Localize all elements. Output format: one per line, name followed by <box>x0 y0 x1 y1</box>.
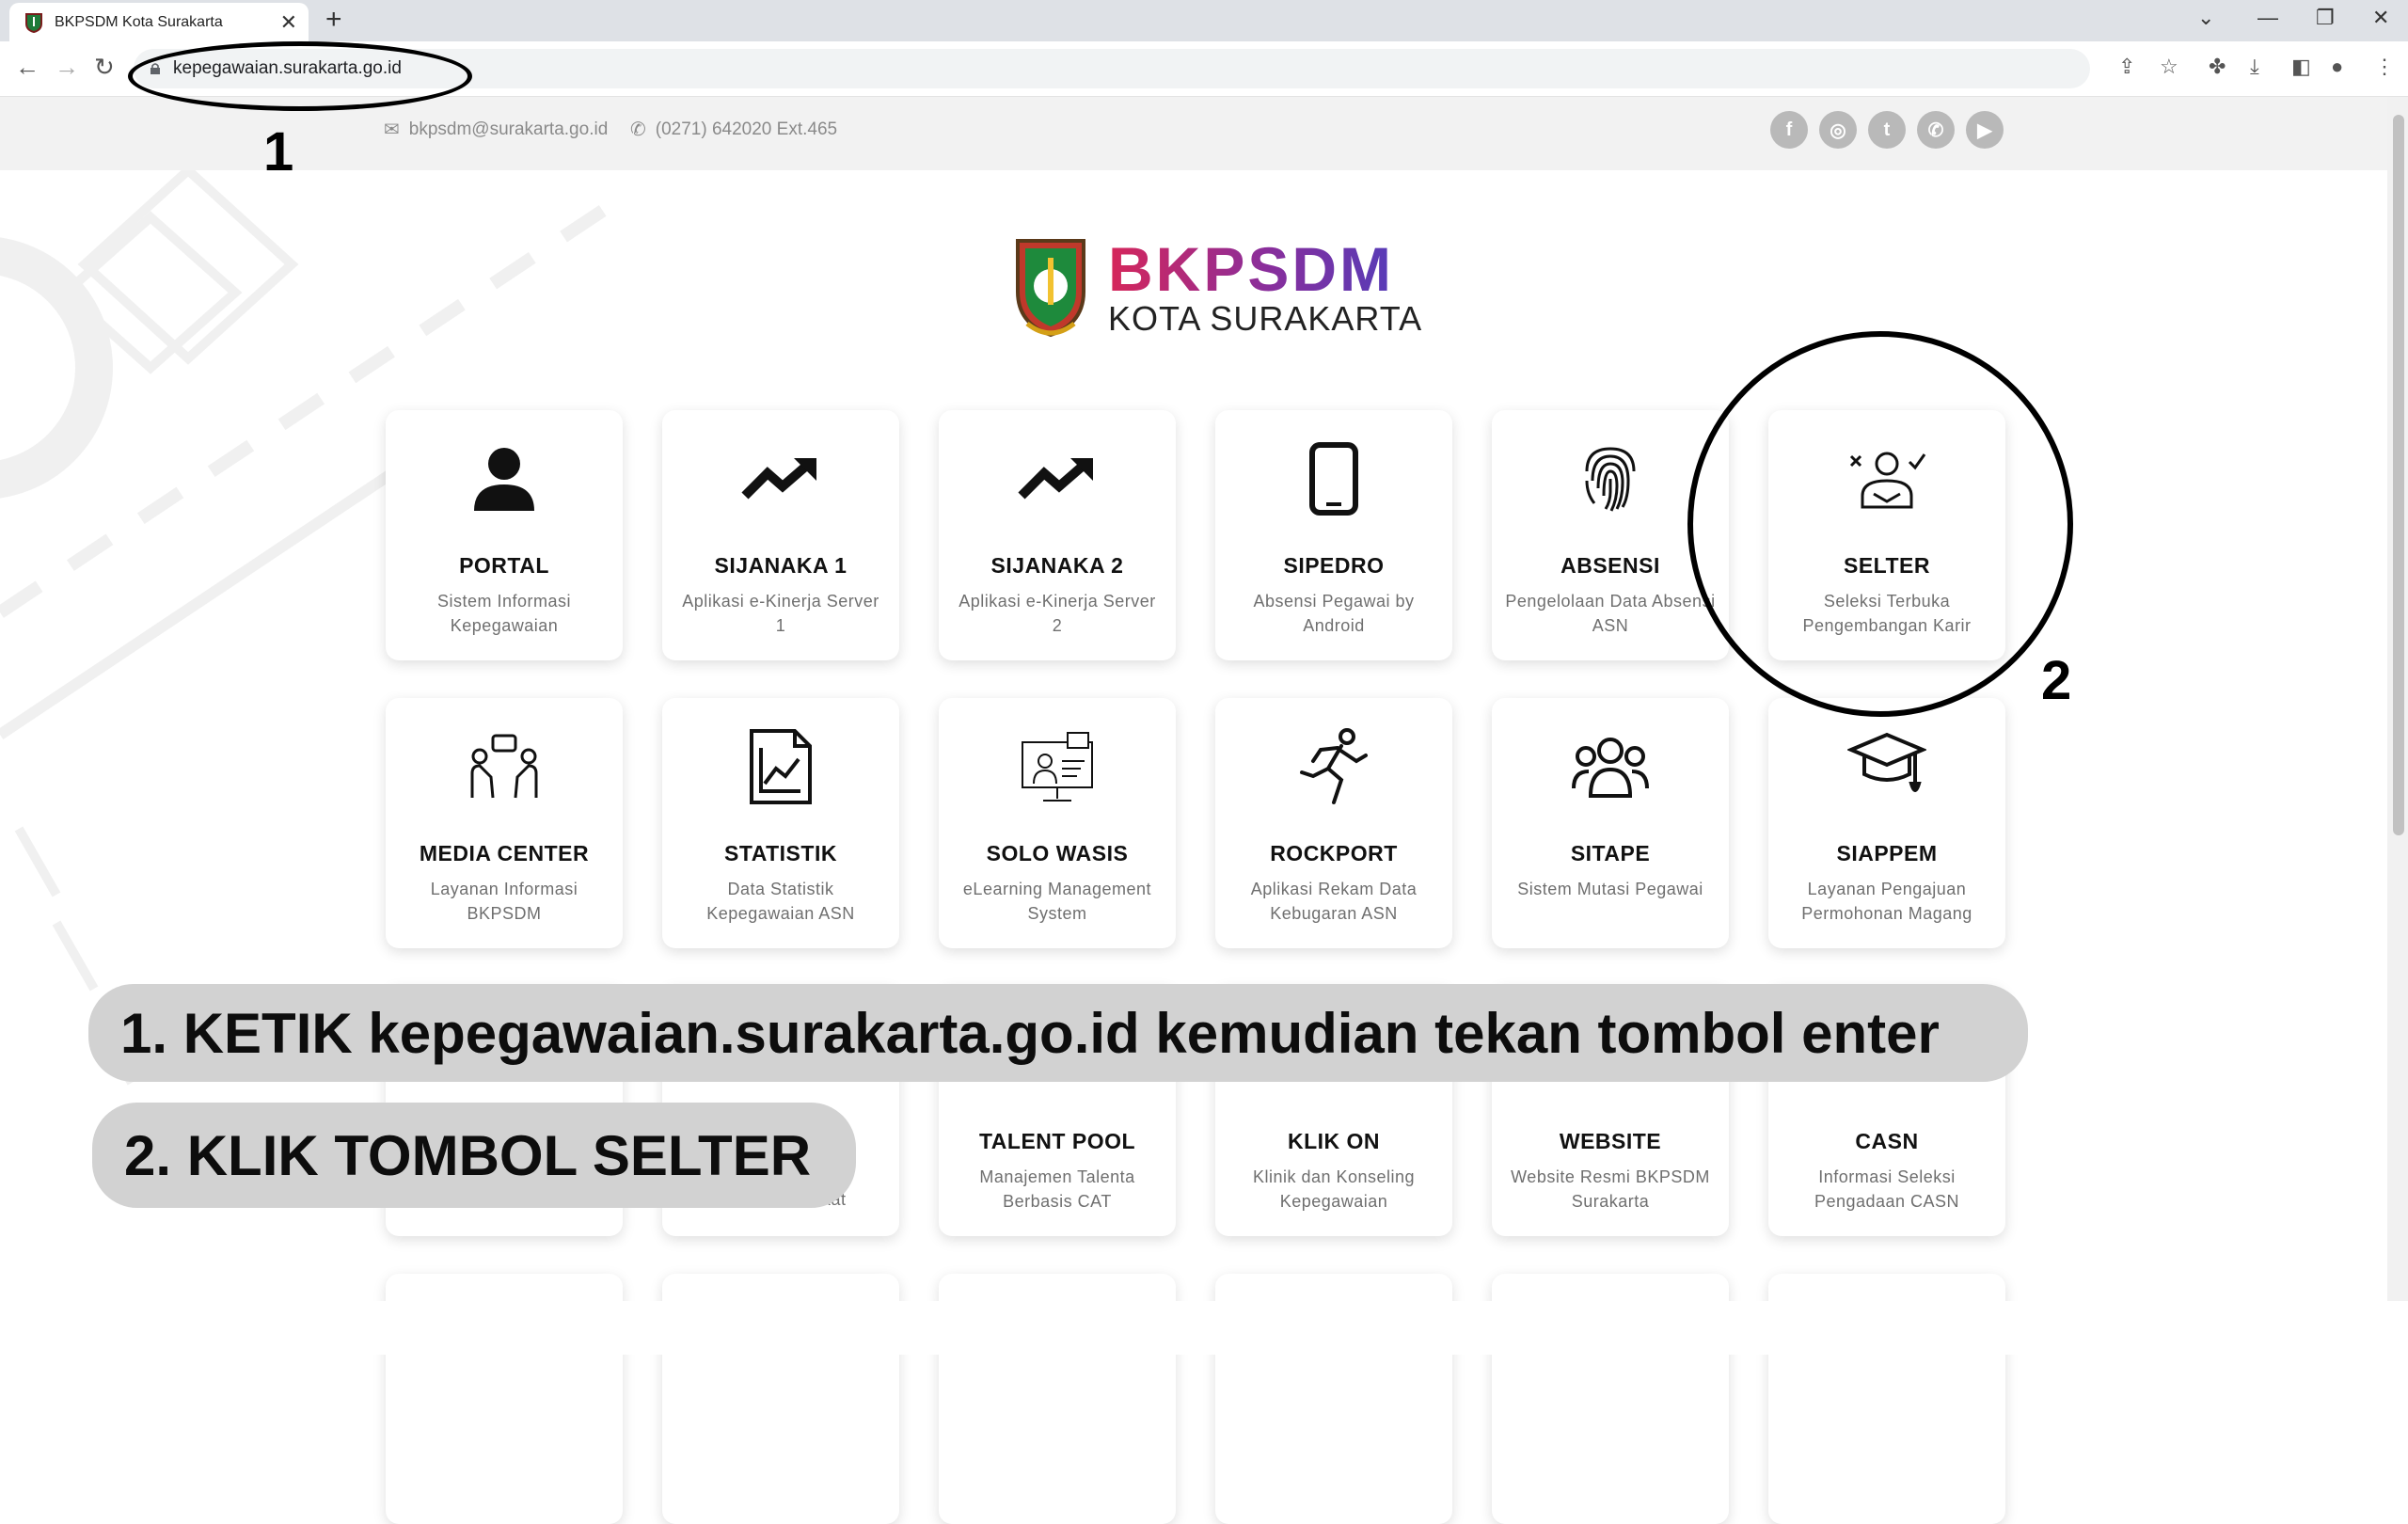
instruction-step-1: 1. KETIK kepegawaian.surakarta.go.id kem… <box>88 984 2028 1082</box>
bookmark-star-icon[interactable]: ☆ <box>2160 55 2178 79</box>
restore-icon[interactable]: ❐ <box>2316 6 2335 30</box>
new-tab-button[interactable]: + <box>325 4 342 36</box>
logo-sub-text: KOTA SURAKARTA <box>1108 299 1423 338</box>
elearning-icon <box>939 724 1176 809</box>
card-siappem[interactable]: SIAPPEM Layanan Pengajuan Permohonan Mag… <box>1768 698 2005 948</box>
card-portal[interactable]: PORTAL Sistem Informasi Kepegawaian <box>386 410 623 660</box>
envelope-icon: ✉ <box>384 119 400 140</box>
card-title: STATISTIK <box>724 841 837 865</box>
card-description: Aplikasi e-Kinerja Server 1 <box>682 592 879 635</box>
card-title: MEDIA CENTER <box>419 841 590 865</box>
card-sijanaka-2[interactable]: SIJANAKA 2 Aplikasi e-Kinerja Server 2 <box>939 410 1176 660</box>
share-icon[interactable]: ⇪ <box>2118 55 2135 79</box>
phone-contact: ✆ (0271) 642020 Ext.465 <box>630 118 837 141</box>
card-description: Pengelolaan Data Absensi ASN <box>1505 592 1716 635</box>
running-icon <box>1215 724 1452 809</box>
card-title: SIJANAKA 1 <box>714 553 848 578</box>
card-description: Website Resmi BKPSDM Surakarta <box>1511 1167 1710 1211</box>
phone-text: (0271) 642020 Ext.465 <box>655 119 838 139</box>
annotation-circle-selter <box>1687 331 2073 717</box>
card-title: KLIK ON <box>1287 1129 1381 1153</box>
annotation-ellipse-url <box>128 41 472 111</box>
card-title: ROCKPORT <box>1270 841 1398 865</box>
bkpsdm-logo[interactable]: BKPSDM KOTA SURAKARTA <box>1014 237 1422 339</box>
card-description: Informasi Seleksi Pengadaan CASN <box>1814 1167 1960 1211</box>
menu-kebab-icon[interactable]: ⋮ <box>2374 55 2395 79</box>
card-description: Sistem Mutasi Pegawai <box>1517 880 1703 898</box>
card-title: CASN <box>1855 1129 1919 1153</box>
discussion-icon <box>386 724 623 809</box>
card-description: Layanan Pengajuan Permohonan Magang <box>1801 880 1972 923</box>
card-description: Absensi Pegawai by Android <box>1253 592 1415 635</box>
browser-tab[interactable]: BKPSDM Kota Surakarta ✕ <box>9 3 309 41</box>
card-description: Klinik dan Konseling Kepegawaian <box>1252 1167 1416 1211</box>
tab-search-icon[interactable]: ⌄ <box>2197 6 2214 30</box>
card-media-center[interactable]: MEDIA CENTER Layanan Informasi BKPSDM <box>386 698 623 948</box>
reload-icon[interactable]: ↻ <box>94 53 115 82</box>
back-icon[interactable]: ← <box>15 53 40 82</box>
tab-title: BKPSDM Kota Surakarta <box>55 13 223 30</box>
youtube-icon[interactable]: ▶ <box>1966 111 2004 149</box>
card-title: WEBSITE <box>1559 1129 1662 1153</box>
forward-icon[interactable]: → <box>55 53 79 82</box>
card-title: SIAPPEM <box>1836 841 1938 865</box>
chart-document-icon <box>662 724 899 809</box>
group-icon <box>1492 724 1729 809</box>
card-statistik[interactable]: STATISTIK Data Statistik Kepegawaian ASN <box>662 698 899 948</box>
instagram-icon[interactable]: ◎ <box>1819 111 1857 149</box>
card-description: Aplikasi Rekam Data Kebugaran ASN <box>1250 880 1418 923</box>
graduation-cap-icon <box>1768 724 2005 809</box>
download-icon[interactable]: ⤓ <box>2250 55 2259 79</box>
trending-up-icon <box>939 437 1176 521</box>
minimize-icon[interactable]: — <box>2258 6 2278 30</box>
annotation-number-1: 1 <box>263 121 294 183</box>
card-title: PORTAL <box>459 553 549 578</box>
card-sipedro[interactable]: SIPEDRO Absensi Pegawai by Android <box>1215 410 1452 660</box>
annotation-number-2: 2 <box>2041 650 2072 711</box>
phone-icon: ✆ <box>630 119 646 140</box>
card-description: Manajemen Talenta Berbasis CAT <box>979 1167 1135 1211</box>
tab-strip: BKPSDM Kota Surakarta ✕ + ⌄ — ❐ ✕ <box>0 0 2408 41</box>
card-sijanaka-1[interactable]: SIJANAKA 1 Aplikasi e-Kinerja Server 1 <box>662 410 899 660</box>
card-title: SIPEDRO <box>1283 553 1385 578</box>
page-bottom-edge <box>0 1301 2408 1355</box>
trending-up-icon <box>662 437 899 521</box>
instruction-step-2: 2. KLIK TOMBOL SELTER <box>92 1103 856 1208</box>
smartphone-icon <box>1215 437 1452 521</box>
card-title: SOLO WASIS <box>986 841 1129 865</box>
side-panel-icon[interactable]: ◧ <box>2291 55 2311 79</box>
email-text: bkpsdm@surakarta.go.id <box>408 119 609 139</box>
whatsapp-icon[interactable]: ✆ <box>1917 111 1955 149</box>
card-title: TALENT POOL <box>978 1129 1136 1153</box>
profile-avatar-icon[interactable]: ● <box>2331 55 2343 79</box>
card-description: Data Statistik Kepegawaian ASN <box>706 880 855 923</box>
card-title: SIJANAKA 2 <box>990 553 1124 578</box>
card-description: Layanan Informasi BKPSDM <box>430 880 578 923</box>
card-description: Aplikasi e-Kinerja Server 2 <box>958 592 1156 635</box>
card-description: eLearning Management System <box>962 880 1152 923</box>
logo-brand-text: BKPSDM <box>1108 238 1422 300</box>
email-contact[interactable]: ✉ bkpsdm@surakarta.go.id <box>384 118 608 141</box>
card-title: SITAPE <box>1570 841 1651 865</box>
facebook-icon[interactable]: f <box>1770 111 1808 149</box>
twitter-icon[interactable]: t <box>1868 111 1906 149</box>
scrollbar-thumb[interactable] <box>2393 115 2404 835</box>
user-icon <box>386 437 623 521</box>
card-rockport[interactable]: ROCKPORT Aplikasi Rekam Data Kebugaran A… <box>1215 698 1452 948</box>
card-sitape[interactable]: SITAPE Sistem Mutasi Pegawai <box>1492 698 1729 948</box>
card-solo-wasis[interactable]: SOLO WASIS eLearning Management System <box>939 698 1176 948</box>
card-description: Sistem Informasi Kepegawaian <box>436 592 572 635</box>
bkpsdm-favicon-icon <box>25 12 42 33</box>
surakarta-crest-icon <box>1016 239 1085 338</box>
extensions-icon[interactable]: ✤ <box>2209 55 2226 79</box>
tab-close-icon[interactable]: ✕ <box>280 10 297 35</box>
close-window-icon[interactable]: ✕ <box>2372 6 2389 30</box>
